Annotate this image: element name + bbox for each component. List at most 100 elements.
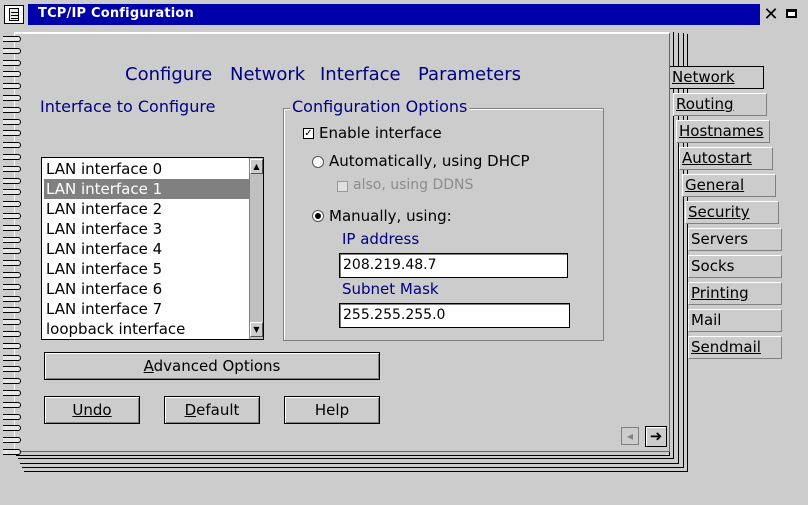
spiral-ring <box>3 165 21 172</box>
tab-hostnames[interactable]: Hostnames <box>676 120 770 143</box>
enable-interface-label[interactable]: Enable interface <box>319 124 442 142</box>
minimize-icon[interactable] <box>786 9 797 18</box>
list-item[interactable]: LAN interface 5 <box>44 259 249 279</box>
list-item[interactable]: LAN interface 0 <box>44 159 249 179</box>
undo-button[interactable]: Undo <box>44 396 140 424</box>
tab-socks[interactable]: Socks <box>688 255 782 278</box>
spiral-ring <box>3 295 21 302</box>
tab-servers-label: Servers <box>691 230 749 248</box>
dhcp-radio[interactable] <box>312 156 324 168</box>
tab-mail-label: Mail <box>691 311 722 329</box>
spiral-ring <box>3 378 21 385</box>
spiral-ring <box>3 401 21 408</box>
subnet-mask-input[interactable]: 255.255.255.0 <box>339 303 570 328</box>
spiral-ring <box>3 425 21 432</box>
tab-servers[interactable]: Servers <box>688 228 782 251</box>
spiral-ring <box>3 177 21 184</box>
next-page-arrow-icon[interactable]: ➜ <box>645 426 667 447</box>
tab-network-label: Network <box>672 68 735 86</box>
manual-radio[interactable] <box>312 210 324 222</box>
spiral-ring <box>3 201 21 208</box>
ddns-label: also, using DDNS <box>353 177 474 193</box>
spiral-ring <box>3 36 21 42</box>
spiral-ring <box>3 59 21 66</box>
heading-word-interface: Interface <box>320 64 401 85</box>
enable-interface-checkbox[interactable]: ✓ <box>303 128 314 139</box>
tab-general[interactable]: General <box>682 174 776 197</box>
spiral-ring <box>3 213 21 219</box>
tab-general-label: General <box>685 176 745 194</box>
scroll-up-icon[interactable]: ▲ <box>250 159 263 174</box>
tab-routing-label: Routing <box>676 95 734 113</box>
tab-socks-label: Socks <box>691 257 735 275</box>
advanced-options-label: dvanced Options <box>153 357 281 375</box>
list-item-selected[interactable]: LAN interface 1 <box>44 179 249 199</box>
spiral-ring <box>3 154 21 160</box>
tab-routing[interactable]: Routing <box>673 93 767 116</box>
tab-autostart[interactable]: Autostart <box>679 147 773 170</box>
previous-page-arrow-icon[interactable]: ◂ <box>621 427 639 445</box>
help-button[interactable]: Help <box>284 396 380 424</box>
scroll-down-icon[interactable]: ▼ <box>250 322 263 337</box>
tab-printing[interactable]: Printing <box>688 282 782 305</box>
spiral-ring <box>3 236 21 243</box>
listbox-scrollbar[interactable]: ▲ ▼ <box>249 158 263 339</box>
spiral-ring <box>3 342 21 349</box>
spiral-ring <box>3 272 21 278</box>
list-item[interactable]: loopback interface <box>44 319 249 339</box>
advanced-mnemonic: A <box>143 357 154 375</box>
spiral-ring <box>3 47 21 54</box>
interface-listbox[interactable]: LAN interface 0 LAN interface 1 LAN inte… <box>41 157 264 340</box>
spiral-ring <box>3 106 21 113</box>
spiral-ring <box>3 224 21 231</box>
spiral-ring <box>3 413 21 420</box>
spiral-ring <box>3 95 21 101</box>
default-label-rest: efault <box>196 401 240 419</box>
list-item[interactable]: LAN interface 6 <box>44 279 249 299</box>
list-item[interactable]: LAN interface 2 <box>44 199 249 219</box>
heading-word-parameters: Parameters <box>418 64 522 85</box>
default-mnemonic: D <box>184 401 197 419</box>
spiral-ring <box>3 248 21 255</box>
close-icon[interactable]: ✕ <box>762 6 780 24</box>
tab-hostnames-label: Hostnames <box>679 122 764 140</box>
spiral-ring <box>3 319 21 326</box>
spiral-ring <box>3 283 21 290</box>
undo-label: Undo <box>72 401 112 419</box>
configuration-options-title: Configuration Options <box>290 97 470 116</box>
tab-sendmail[interactable]: Sendmail <box>688 336 782 359</box>
ip-address-input[interactable]: 208.219.48.7 <box>339 253 568 278</box>
window-title: TCP/IP Configuration <box>38 6 195 21</box>
advanced-options-button[interactable]: Advanced Options <box>44 352 380 380</box>
spiral-ring <box>3 449 21 455</box>
interface-list-label: Interface to Configure <box>40 97 216 116</box>
tab-network[interactable]: Network <box>670 66 764 89</box>
spiral-ring <box>3 83 21 90</box>
notebook-spiral-binding <box>0 36 24 466</box>
tab-mail[interactable]: Mail <box>688 309 782 332</box>
tab-security[interactable]: Security <box>685 201 779 224</box>
tab-security-label: Security <box>688 203 750 221</box>
subnet-mask-label: Subnet Mask <box>342 280 439 298</box>
tab-sendmail-label: Sendmail <box>691 338 761 356</box>
spiral-ring <box>3 331 21 337</box>
spiral-ring <box>3 354 21 361</box>
ddns-checkbox[interactable] <box>337 181 348 192</box>
spiral-ring <box>3 437 21 444</box>
list-item[interactable]: LAN interface 4 <box>44 239 249 259</box>
list-item[interactable]: LAN interface 3 <box>44 219 249 239</box>
spiral-ring <box>3 390 21 396</box>
spiral-ring <box>3 366 21 373</box>
system-menu-icon[interactable] <box>4 5 24 24</box>
default-button[interactable]: Default <box>164 396 260 424</box>
ip-address-label: IP address <box>342 230 420 248</box>
spiral-ring <box>3 142 21 149</box>
spiral-ring <box>3 307 21 314</box>
heading-word-configure: Configure <box>125 64 213 85</box>
list-item[interactable]: LAN interface 7 <box>44 299 249 319</box>
manual-label[interactable]: Manually, using: <box>329 207 452 225</box>
tab-printing-label: Printing <box>691 284 749 302</box>
dhcp-label[interactable]: Automatically, using DHCP <box>329 152 530 170</box>
spiral-ring <box>3 71 21 78</box>
spiral-ring <box>3 118 21 125</box>
